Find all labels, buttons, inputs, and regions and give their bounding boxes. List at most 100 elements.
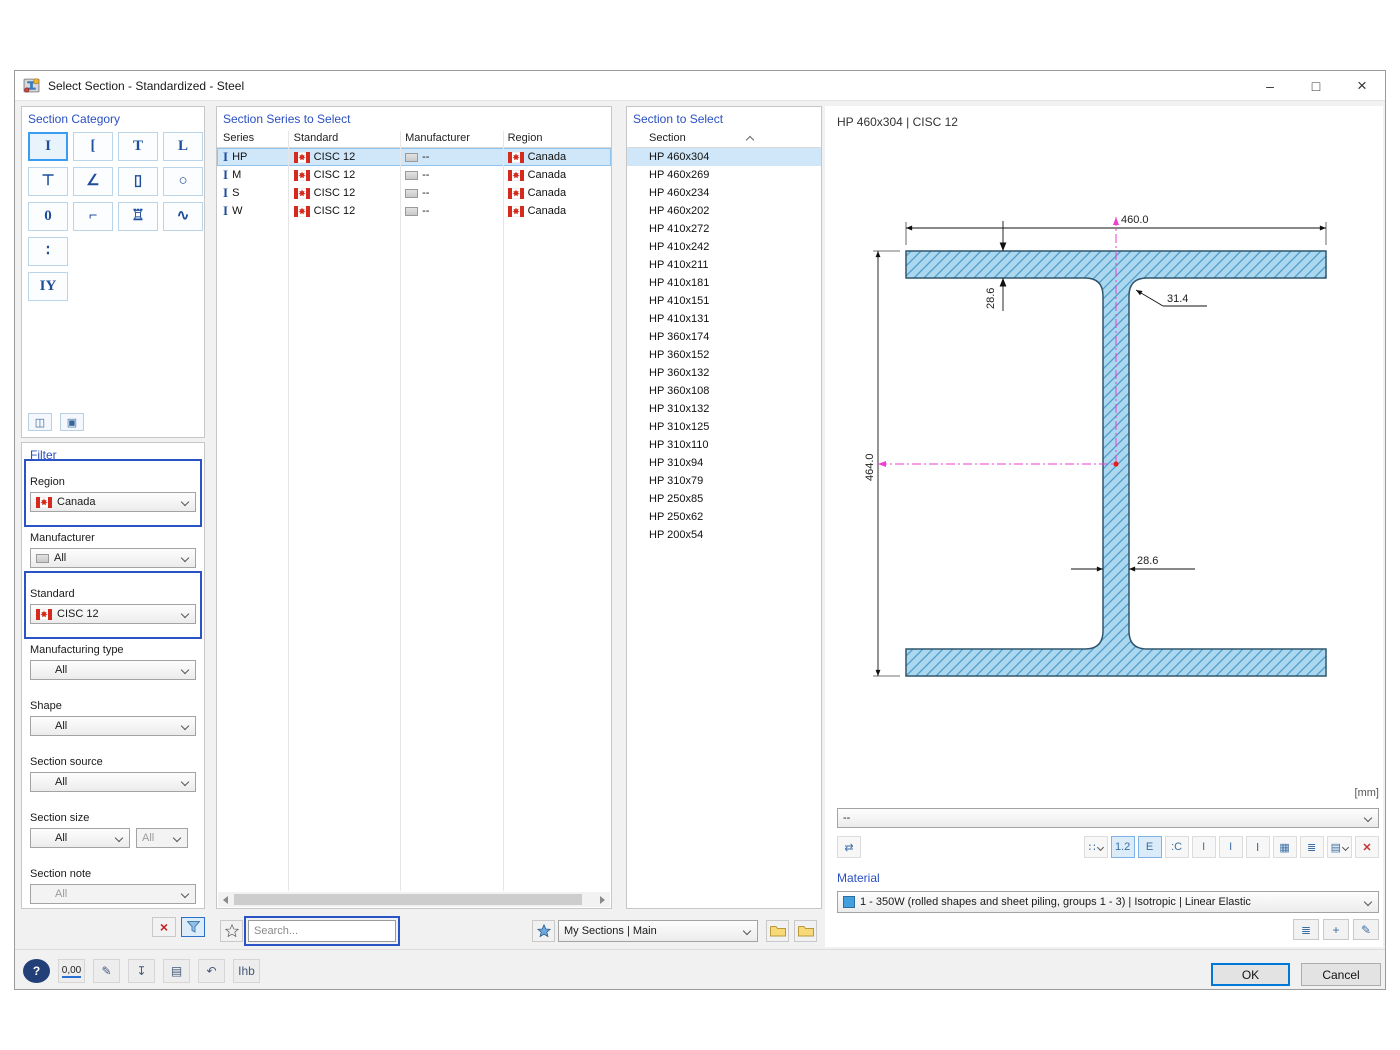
section-list-item[interactable]: HP 460x269 — [627, 166, 821, 184]
title-bar[interactable]: Select Section - Standardized - Steel – … — [15, 71, 1385, 101]
section-list-item[interactable]: HP 310x132 — [627, 400, 821, 418]
add-favorite-button[interactable] — [532, 920, 555, 942]
display-axes-button[interactable]: I — [1191, 836, 1216, 858]
round-bar-sections-category[interactable]: 0 — [28, 202, 68, 231]
rectangular-hollow-sections-category[interactable]: ▯ — [118, 167, 158, 196]
stress-point-combo[interactable]: -- — [837, 808, 1379, 828]
search-input[interactable] — [248, 920, 396, 942]
section-info-button[interactable]: ▣ — [60, 413, 84, 431]
display-stress-points-button[interactable]: Ⅰ — [1245, 836, 1270, 858]
column-series[interactable]: Series — [217, 132, 288, 144]
channel-sections-category[interactable]: [ — [73, 132, 113, 161]
series-horizontal-scrollbar[interactable] — [218, 892, 610, 907]
section-list-item[interactable]: HP 410x131 — [627, 310, 821, 328]
compare-sections-button[interactable]: ◫ — [28, 413, 52, 431]
style-button[interactable]: ✎ — [93, 959, 120, 983]
section-list-item[interactable]: HP 200x54 — [627, 526, 821, 544]
section-list-item[interactable]: HP 250x85 — [627, 490, 821, 508]
i-sections-category[interactable]: I — [28, 132, 68, 161]
section-list-item[interactable]: HP 410x211 — [627, 256, 821, 274]
tee-sections-category[interactable]: T — [118, 132, 158, 161]
print-button[interactable]: ▤ — [1326, 836, 1352, 858]
undo-button[interactable]: ↶ — [198, 959, 225, 983]
section-list-item[interactable]: HP 410x242 — [627, 238, 821, 256]
save-template-button[interactable]: ↧ — [128, 959, 155, 983]
manufacturer-combo[interactable]: All — [30, 548, 196, 568]
display-grid-button[interactable]: ▦ — [1272, 836, 1297, 858]
close-button[interactable]: × — [1339, 71, 1385, 101]
material-combo[interactable]: 1 - 350W (rolled shapes and sheet piling… — [837, 891, 1379, 913]
section-list-item[interactable]: HP 460x304 — [627, 148, 821, 166]
filter-button[interactable] — [181, 917, 205, 937]
column-standard[interactable]: Standard — [288, 132, 399, 144]
section-list-item[interactable]: HP 460x202 — [627, 202, 821, 220]
cold-formed-sections-category[interactable]: ⌐ — [73, 202, 113, 231]
display-values-button[interactable]: ≣ — [1299, 836, 1324, 858]
section-list-item[interactable]: HP 360x132 — [627, 364, 821, 382]
series-row[interactable]: I HP CISC 12 -- Canada — [217, 148, 611, 166]
favorites-filter-button[interactable] — [220, 920, 243, 942]
section-list-item[interactable]: HP 410x272 — [627, 220, 821, 238]
zoom-reset-button[interactable]: ✕ — [1355, 836, 1379, 858]
section-list-item[interactable]: HP 410x151 — [627, 292, 821, 310]
series-row[interactable]: IS CISC 12 -- Canada — [217, 184, 611, 202]
dot-sections-category[interactable]: ∶ — [28, 237, 68, 266]
angle-sections-category[interactable]: L — [163, 132, 203, 161]
ok-button[interactable]: OK — [1211, 963, 1290, 986]
section-list-item[interactable]: HP 410x181 — [627, 274, 821, 292]
section-list-item[interactable]: HP 460x234 — [627, 184, 821, 202]
dialog-title: Select Section - Standardized - Steel — [48, 78, 245, 93]
material-library-button[interactable]: ≣ — [1293, 919, 1319, 940]
section-list-item[interactable]: HP 310x79 — [627, 472, 821, 490]
section-list-item[interactable]: HP 310x110 — [627, 436, 821, 454]
region-combo[interactable]: Canada — [30, 492, 196, 512]
sync-view-button[interactable]: ⇄ — [837, 836, 861, 858]
favorites-group-combo[interactable]: My Sections | Main — [558, 920, 758, 942]
display-edges-button[interactable]: E — [1137, 836, 1162, 858]
edit-material-button[interactable]: ✎ — [1353, 919, 1379, 940]
display-points-button[interactable]: ∷ — [1083, 836, 1108, 858]
section-size-combo[interactable]: All — [30, 828, 130, 848]
new-material-button[interactable]: + — [1323, 919, 1349, 940]
scroll-left-arrow[interactable] — [218, 892, 233, 907]
manage-favorites-group-button[interactable] — [794, 920, 817, 942]
decimal-places-button[interactable]: 0,00 — [58, 959, 85, 983]
half-i-sections-category[interactable]: ⊤ — [28, 167, 68, 196]
section-list-item[interactable]: HP 250x62 — [627, 508, 821, 526]
minimize-button[interactable]: – — [1247, 71, 1293, 101]
section-column-header[interactable]: Section — [627, 129, 821, 148]
help-button[interactable]: ? — [23, 959, 50, 983]
section-note-combo[interactable]: All — [30, 884, 196, 904]
series-row[interactable]: IM CISC 12 -- Canada — [217, 166, 611, 184]
display-profile-button[interactable]: I — [1218, 836, 1243, 858]
section-list-item[interactable]: HP 360x152 — [627, 346, 821, 364]
display-dimensions-button[interactable]: 1.2 — [1110, 836, 1135, 858]
maximize-button[interactable]: □ — [1293, 71, 1339, 101]
filter-field-shape: Shape All — [30, 689, 196, 745]
combined-sections-category[interactable]: IY — [28, 272, 68, 301]
rotated-angle-sections-category[interactable]: ∠ — [73, 167, 113, 196]
display-c-points-button[interactable]: :C — [1164, 836, 1189, 858]
section-list-item[interactable]: HP 360x174 — [627, 328, 821, 346]
rail-sections-category[interactable]: ♖ — [118, 202, 158, 231]
column-region[interactable]: Region — [502, 132, 611, 144]
scroll-right-arrow[interactable] — [595, 892, 610, 907]
copy-button[interactable]: ▤ — [163, 959, 190, 983]
shape-combo[interactable]: All — [30, 716, 196, 736]
corrugated-sections-category[interactable]: ∿ — [163, 202, 203, 231]
standard-combo[interactable]: CISC 12 — [30, 604, 196, 624]
section-list-item[interactable]: HP 310x94 — [627, 454, 821, 472]
section-size-secondary-combo[interactable]: All — [136, 828, 188, 848]
section-parameters-button[interactable]: Ihb — [233, 959, 260, 983]
manufacturing-type-combo[interactable]: All — [30, 660, 196, 680]
clear-filter-button[interactable]: × — [152, 917, 176, 937]
section-list-item[interactable]: HP 310x125 — [627, 418, 821, 436]
section-list-item[interactable]: HP 360x108 — [627, 382, 821, 400]
scrollbar-thumb[interactable] — [234, 894, 582, 905]
section-source-combo[interactable]: All — [30, 772, 196, 792]
cancel-button[interactable]: Cancel — [1301, 963, 1381, 986]
new-favorites-group-button[interactable] — [766, 920, 789, 942]
circular-hollow-sections-category[interactable]: ○ — [163, 167, 203, 196]
column-manufacturer[interactable]: Manufacturer — [399, 132, 501, 144]
series-row[interactable]: IW CISC 12 -- Canada — [217, 202, 611, 220]
